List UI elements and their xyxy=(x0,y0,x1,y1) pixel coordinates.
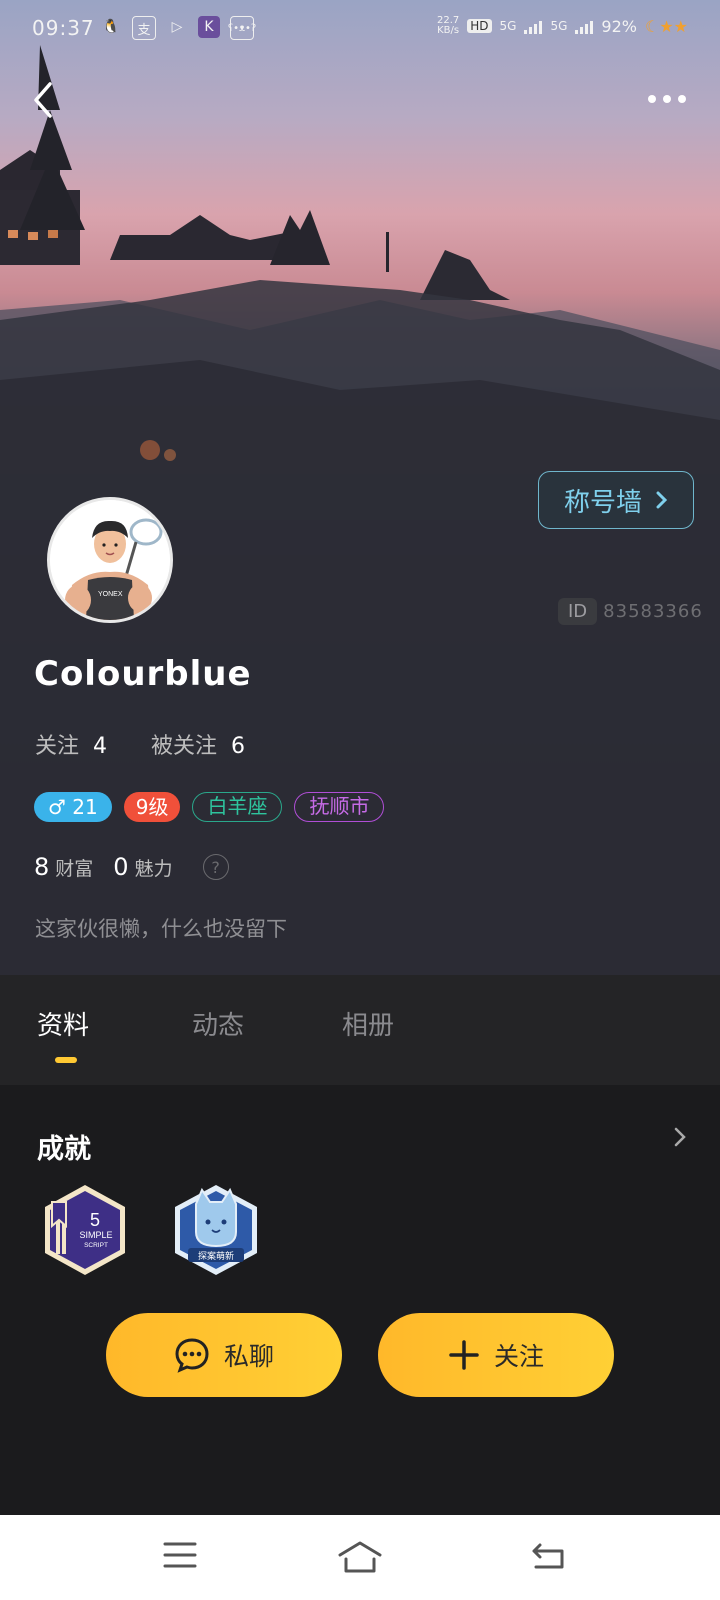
battery-percent: 92% xyxy=(601,16,637,36)
plus-icon xyxy=(449,1340,479,1370)
followers-count: 6 xyxy=(231,734,246,759)
wealth-stat: 8 财富 xyxy=(34,853,93,881)
profile-tags: ♂ 21 9级 白羊座 抚顺市 xyxy=(34,792,385,822)
sim2-label: 5G xyxy=(550,19,568,33)
dot-icon xyxy=(648,95,656,103)
achievements-title: 成就 xyxy=(37,1134,91,1165)
home-icon[interactable] xyxy=(336,1539,384,1575)
alipay-icon: 支 xyxy=(132,16,156,40)
id-value: 83583366 xyxy=(603,601,703,622)
followers-label: 被关注 xyxy=(151,734,218,759)
following-stat[interactable]: 关注 4 xyxy=(35,728,107,760)
private-chat-button[interactable]: 私聊 xyxy=(106,1313,342,1397)
zodiac-tag: 白羊座 xyxy=(192,792,283,822)
achievement-badge-cat[interactable]: 探案萌新 xyxy=(170,1182,262,1278)
moon-stars-icon: ☾★★ xyxy=(644,16,688,36)
cat-badge-icon: 探案萌新 xyxy=(175,1185,257,1275)
status-time: 09:37 xyxy=(32,16,95,40)
back-arrow-icon xyxy=(34,82,52,118)
avatar-illustration: YONEX xyxy=(50,500,170,620)
qq-icon: 🐧 xyxy=(102,19,120,35)
signal-icon xyxy=(524,18,543,34)
net-unit: KB/s xyxy=(437,25,460,36)
tab-album[interactable]: 相册 xyxy=(342,1005,394,1042)
book-badge-icon: 5 SIMPLE SCRIPT xyxy=(45,1185,125,1275)
system-nav-bar xyxy=(0,1515,720,1600)
chat-bubble-icon xyxy=(175,1338,209,1373)
status-right: 22.7 KB/s HD 5G 5G 92% ☾★★ xyxy=(437,16,688,36)
city-tag: 抚顺市 xyxy=(294,792,385,822)
notification-icons: 🐧 支 ▷ K ʕ•ᴥ•ʔ xyxy=(100,16,256,40)
help-icon[interactable]: ? xyxy=(202,854,229,880)
follow-stats: 关注 4 被关注 6 xyxy=(35,728,245,760)
dot-icon xyxy=(678,95,686,103)
username: Colourblue xyxy=(34,654,252,694)
signal-icon-2 xyxy=(575,18,594,34)
charm-stat: 0 魅力 xyxy=(113,853,172,881)
sim1-label: 5G xyxy=(499,19,517,33)
title-wall-label: 称号墙 xyxy=(563,487,642,518)
wealth-charm-row: 8 财富 0 魅力 ? xyxy=(34,853,229,881)
gender-age-tag: ♂ 21 xyxy=(34,792,112,822)
badge-text: 探案萌新 xyxy=(198,1250,234,1262)
badge-line1: SIMPLE xyxy=(79,1230,112,1240)
title-wall-button[interactable]: 称号墙 xyxy=(538,471,694,529)
level-tag: 9级 xyxy=(123,792,181,822)
following-count: 4 xyxy=(93,734,108,759)
back-button[interactable] xyxy=(28,78,68,122)
tab-indicator xyxy=(55,1057,77,1063)
more-options-button[interactable] xyxy=(642,86,692,112)
back-nav-icon[interactable] xyxy=(530,1539,568,1571)
chevron-right-icon xyxy=(656,491,668,509)
svg-text:YONEX: YONEX xyxy=(98,591,123,598)
charm-label: 魅力 xyxy=(134,858,173,880)
k-app-icon: K xyxy=(198,16,220,38)
chevron-right-icon[interactable] xyxy=(673,1126,687,1148)
bear-app-icon: ʕ•ᴥ•ʔ xyxy=(228,16,256,40)
followers-stat[interactable]: 被关注 6 xyxy=(151,728,245,760)
user-id: ID 83583366 xyxy=(558,598,703,625)
menu-icon[interactable] xyxy=(162,1539,198,1571)
tab-profile[interactable]: 资料 xyxy=(37,1005,89,1042)
achievement-badge-book[interactable]: 5 SIMPLE SCRIPT xyxy=(40,1182,130,1278)
wealth-value: 8 xyxy=(34,853,50,881)
profile-tabs: 资料 动态 相册 xyxy=(0,975,720,1085)
hd-icon: HD xyxy=(467,19,492,33)
id-label: ID xyxy=(558,598,598,625)
badge-number: 5 xyxy=(90,1210,100,1230)
dot-icon xyxy=(663,95,671,103)
status-bar: 09:37 🐧 支 ▷ K ʕ•ᴥ•ʔ 22.7 KB/s HD 5G 5G 9… xyxy=(0,14,720,44)
achievements-section xyxy=(0,1085,720,1515)
private-chat-label: 私聊 xyxy=(223,1342,274,1371)
wealth-label: 财富 xyxy=(55,858,94,880)
following-label: 关注 xyxy=(35,734,80,759)
tab-moments[interactable]: 动态 xyxy=(192,1005,244,1042)
badge-line2: SCRIPT xyxy=(84,1242,108,1249)
follow-label: 关注 xyxy=(493,1342,544,1371)
avatar[interactable]: YONEX xyxy=(47,497,173,623)
charm-value: 0 xyxy=(113,853,129,881)
follow-button[interactable]: 关注 xyxy=(378,1313,614,1397)
video-icon: ▷ xyxy=(171,19,183,35)
bio-text: 这家伙很懒，什么也没留下 xyxy=(35,917,287,941)
